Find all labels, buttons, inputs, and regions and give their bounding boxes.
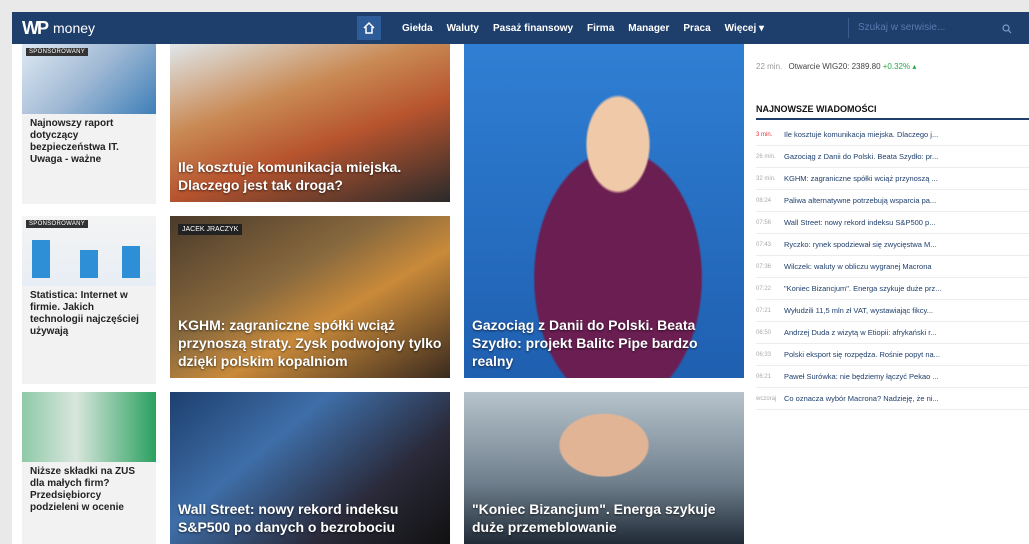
top-navbar: WP money Giełda Waluty Pasaż finansowy F… [12, 12, 1029, 44]
news-time: 06:33 [756, 351, 772, 358]
card-caption: Statistica: Internet w firmie. Jakich te… [30, 290, 139, 337]
news-time: 3 min. [756, 131, 773, 138]
sponsored-card-statistica[interactable]: SPONSOROWANY Statistica: Internet w firm… [22, 216, 156, 384]
chart-bar-graphic [80, 250, 98, 278]
search-icon[interactable] [1002, 24, 1012, 34]
nav-praca[interactable]: Praca [683, 23, 710, 34]
sponsored-card-it-security[interactable]: SPONSOROWANY Najnowszy raport dotyczący … [22, 44, 156, 204]
card-caption: Najnowszy raport dotyczący bezpieczeństw… [30, 118, 119, 165]
news-headline: Wyłudzili 11,5 mln zł VAT, wystawiając f… [784, 306, 933, 315]
search-input[interactable]: Szukaj w serwisie... [858, 16, 1018, 40]
tile-title: Ile kosztuje komunikacja miejska. Dlacze… [178, 159, 402, 193]
sponsored-badge: SPONSOROWANY [26, 48, 89, 56]
chart-bar-graphic [122, 246, 140, 278]
home-icon [363, 21, 375, 34]
news-tile-gazociag[interactable]: Gazociąg z Danii do Polski. Beata Szydło… [464, 44, 744, 378]
news-list-item[interactable]: 07:22 "Koniec Bizancjum". Energa szykuje … [756, 278, 1029, 300]
news-headline: Ile kosztuje komunikacja miejska. Dlacze… [784, 130, 939, 139]
news-time: 07:21 [756, 307, 772, 314]
news-list-item[interactable]: wczoraj Co oznacza wybór Macrona? Nadziej… [756, 388, 1029, 410]
nav-divider [848, 18, 849, 38]
nav-wiecej-dropdown[interactable]: Więcej ▾ [725, 23, 764, 34]
news-headline: Wilczek: waluty w obliczu wygranej Macro… [784, 262, 932, 271]
home-button[interactable] [357, 16, 381, 40]
news-list-item[interactable]: 3 min. Ile kosztuje komunikacja miejska. … [756, 124, 1029, 146]
news-tile-komunikacja[interactable]: Ile kosztuje komunikacja miejska. Dlacze… [170, 44, 450, 202]
latest-news-list: 3 min. Ile kosztuje komunikacja miejska. … [756, 124, 1029, 410]
logo-text: money [53, 20, 96, 36]
nav-gielda[interactable]: Giełda [402, 23, 433, 34]
news-list-item[interactable]: 07:36 Wilczek: waluty w obliczu wygranej … [756, 256, 1029, 278]
nav-manager[interactable]: Manager [628, 23, 669, 34]
news-list-item[interactable]: 26 min. Gazociąg z Danii do Polski. Beata… [756, 146, 1029, 168]
page-frame: WP money Giełda Waluty Pasaż finansowy F… [12, 12, 1029, 544]
news-time: 07:43 [756, 241, 772, 248]
news-headline: Gazociąg z Danii do Polski. Beata Szydło… [784, 152, 939, 161]
card-thumbnail: SPONSOROWANY [22, 44, 156, 114]
wig-change: +0.32% ▴ [882, 62, 917, 71]
wig-time: 22 min. [756, 62, 783, 71]
wig-text: Otwarcie WIG20: 2389.80 [788, 62, 881, 71]
news-time: 08:24 [756, 197, 772, 204]
news-time: 32 min. [756, 175, 776, 182]
card-caption: Niższe składki na ZUS dla małych firm? P… [30, 466, 136, 513]
chart-bar-graphic [32, 240, 50, 278]
main-nav: Giełda Waluty Pasaż finansowy Firma Mana… [402, 12, 764, 44]
news-headline: Polski eksport się rozpędza. Rośnie popy… [784, 350, 940, 359]
news-time: 07:56 [756, 219, 772, 226]
news-headline: "Koniec Bizancjum". Energa szykuje duże … [784, 284, 942, 293]
nav-waluty[interactable]: Waluty [447, 23, 479, 34]
tile-title: "Koniec Bizancjum". Energa szykuje duże … [472, 501, 716, 535]
wp-money-logo[interactable]: WP money [22, 18, 95, 38]
news-time: 06:21 [756, 373, 772, 380]
sponsored-badge: SPONSOROWANY [26, 220, 89, 228]
news-tile-wall-street[interactable]: Wall Street: nowy rekord indeksu S&P500 … [170, 392, 450, 544]
news-headline: Paliwa alternatywne potrzebują wsparcia … [784, 196, 937, 205]
news-list-item[interactable]: 06:33 Polski eksport się rozpędza. Rośnie… [756, 344, 1029, 366]
news-time: 07:36 [756, 263, 772, 270]
card-zus[interactable]: Niższe składki na ZUS dla małych firm? P… [22, 392, 156, 544]
news-headline: KGHM: zagraniczne spółki wciąż przynoszą… [784, 174, 938, 183]
news-list-item[interactable]: 06:50 Andrzej Duda z wizytą w Etiopii: af… [756, 322, 1029, 344]
nav-pasaz-finansowy[interactable]: Pasaż finansowy [493, 23, 573, 34]
latest-news-header: NAJNOWSZE WIADOMOŚCI [756, 104, 1029, 120]
news-time: 07:22 [756, 285, 772, 292]
news-list-item[interactable]: 08:24 Paliwa alternatywne potrzebują wspa… [756, 190, 1029, 212]
news-list-item[interactable]: 07:21 Wyłudzili 11,5 mln zł VAT, wystawia… [756, 300, 1029, 322]
news-headline: Co oznacza wybór Macrona? Nadzieję, że n… [784, 394, 939, 403]
tile-title: Wall Street: nowy rekord indeksu S&P500 … [178, 501, 399, 535]
news-tile-kghm[interactable]: JACEK JRACZYK KGHM: zagraniczne spółki w… [170, 216, 450, 378]
right-column: 22 min. Otwarcie WIG20: 2389.80 +0.32% ▴… [756, 44, 1029, 544]
search-placeholder: Szukaj w serwisie... [858, 22, 946, 33]
news-list-item[interactable]: 06:21 Paweł Surówka: nie będziemy łączyć … [756, 366, 1029, 388]
news-list-item[interactable]: 07:43 Ryczko: rynek spodziewał się zwycię… [756, 234, 1029, 256]
news-time: wczoraj [756, 395, 777, 402]
news-headline: Ryczko: rynek spodziewał się zwycięstwa … [784, 240, 937, 249]
news-headline: Wall Street: nowy rekord indeksu S&P500 … [784, 218, 936, 227]
news-tile-energa[interactable]: "Koniec Bizancjum". Energa szykuje duże … [464, 392, 744, 544]
nav-firma[interactable]: Firma [587, 23, 614, 34]
news-time: 06:50 [756, 329, 772, 336]
news-time: 26 min. [756, 153, 776, 160]
card-thumbnail: SPONSOROWANY [22, 216, 156, 286]
tile-title: KGHM: zagraniczne spółki wciąż przynoszą… [178, 317, 442, 369]
news-list-item[interactable]: 07:56 Wall Street: nowy rekord indeksu S&… [756, 212, 1029, 234]
wig20-ticker[interactable]: 22 min. Otwarcie WIG20: 2389.80 +0.32% ▴ [756, 62, 916, 71]
news-headline: Paweł Surówka: nie będziemy łączyć Pekao… [784, 372, 939, 381]
card-thumbnail [22, 392, 156, 462]
logo-mark: WP [22, 18, 49, 38]
news-list-item[interactable]: 32 min. KGHM: zagraniczne spółki wciąż pr… [756, 168, 1029, 190]
news-headline: Andrzej Duda z wizytą w Etiopii: afrykań… [784, 328, 937, 337]
tile-title: Gazociąg z Danii do Polski. Beata Szydło… [472, 317, 698, 369]
author-tag: JACEK JRACZYK [178, 224, 243, 235]
